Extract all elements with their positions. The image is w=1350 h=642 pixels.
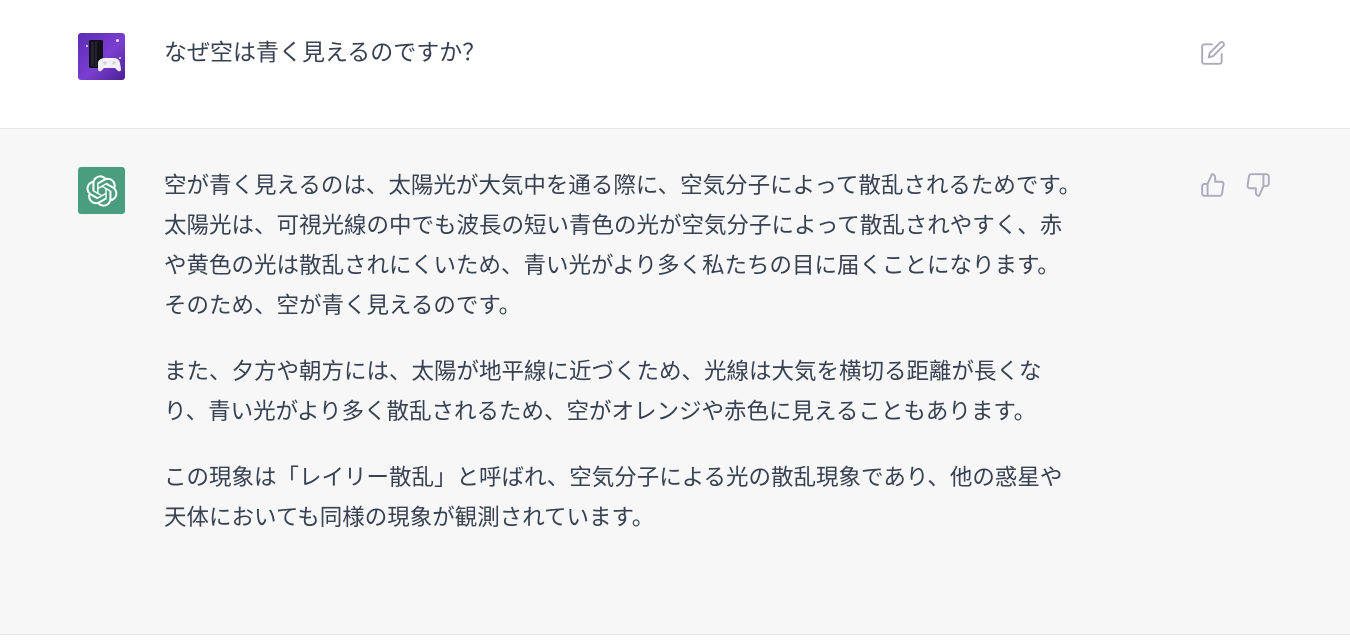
answer-line: また、夕方や朝方には、太陽が地平線に近づくため、光線は大気を横切る距離が長くな — [164, 359, 1042, 385]
thumbs-down-icon[interactable] — [1245, 172, 1271, 198]
answer-paragraph: この現象は「レイリー散乱」と呼ばれ、空気分子による光の散乱現象であり、他の惑星や… — [164, 458, 1174, 538]
user-message-row: なぜ空は青く見えるのですか？ — [0, 0, 1350, 129]
answer-paragraph: また、夕方や朝方には、太陽が地平線に近づくため、光線は大気を横切る距離が長くな … — [164, 352, 1174, 432]
gamer-avatar-icon — [78, 33, 125, 80]
answer-line: 空が青く見えるのは、太陽光が大気中を通る際に、空気分子によって散乱されるためです… — [164, 173, 1082, 199]
answer-line: や黄色の光は散乱されにくいため、青い光がより多く私たちの目に届くことになります。 — [164, 253, 1060, 279]
answer-line: 天体においても同様の現象が観測されています。 — [164, 505, 655, 531]
edit-icon[interactable] — [1200, 40, 1226, 66]
answer-line: そのため、空が青く見えるのです。 — [164, 293, 522, 319]
answer-line: り、青い光がより多く散乱されるため、空がオレンジや赤色に見えることもあります。 — [164, 399, 1037, 425]
answer-paragraph: 空が青く見えるのは、太陽光が大気中を通る際に、空気分子によって散乱されるためです… — [164, 166, 1174, 326]
thumbs-up-icon[interactable] — [1200, 172, 1226, 198]
openai-logo-icon — [78, 167, 125, 214]
user-question-text: なぜ空は青く見えるのですか？ — [164, 40, 486, 66]
answer-line: 太陽光は、可視光線の中でも波長の短い青色の光が空気分子によって散乱されやすく、赤 — [164, 213, 1063, 239]
assistant-answer: 空が青く見えるのは、太陽光が大気中を通る際に、空気分子によって散乱されるためです… — [164, 166, 1174, 564]
answer-line: この現象は「レイリー散乱」と呼ばれ、空気分子による光の散乱現象であり、他の惑星や — [164, 465, 1063, 491]
